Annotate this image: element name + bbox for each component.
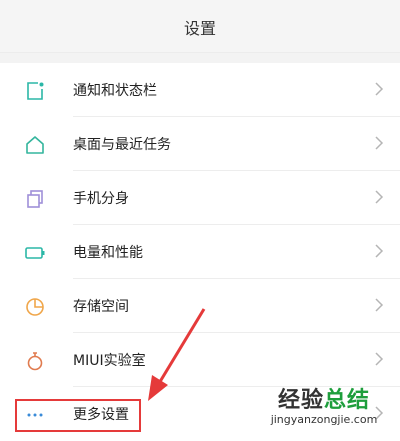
section-gap [0, 53, 400, 63]
flask-icon [24, 350, 46, 372]
settings-item-label: MIUI实验室 [73, 353, 146, 369]
settings-item-battery[interactable]: 电量和性能 [0, 225, 400, 279]
settings-item-label: 通知和状态栏 [73, 83, 157, 99]
settings-item-label: 电量和性能 [73, 245, 143, 261]
chevron-right-icon [374, 297, 384, 313]
watermark: 经验总结 jingyanzongjie.com [254, 389, 394, 433]
settings-item-notifications[interactable]: 通知和状态栏 [0, 63, 400, 117]
chevron-right-icon [374, 81, 384, 97]
chevron-right-icon [374, 351, 384, 367]
chevron-right-icon [374, 135, 384, 151]
settings-header: 设置 [0, 0, 400, 53]
settings-item-label: 手机分身 [73, 191, 129, 207]
settings-item-label: 桌面与最近任务 [73, 137, 171, 153]
notification-icon [24, 80, 46, 102]
settings-item-label: 存储空间 [73, 299, 129, 315]
clone-icon [24, 188, 46, 210]
page-title: 设置 [183, 19, 216, 38]
watermark-title-part1: 经验 [277, 388, 324, 413]
home-icon [24, 134, 46, 156]
battery-icon [24, 242, 46, 264]
settings-item-second-space[interactable]: 手机分身 [0, 171, 400, 225]
watermark-url: jingyanzongjie.com [270, 413, 378, 426]
annotation-arrow-icon [140, 305, 210, 405]
settings-item-home-recents[interactable]: 桌面与最近任务 [0, 117, 400, 171]
watermark-title-part2: 总结 [324, 388, 371, 413]
highlight-box [15, 399, 141, 432]
chevron-right-icon [374, 243, 384, 259]
watermark-title: 经验总结 [254, 389, 394, 413]
chevron-right-icon [374, 189, 384, 205]
pie-chart-icon [24, 296, 46, 318]
